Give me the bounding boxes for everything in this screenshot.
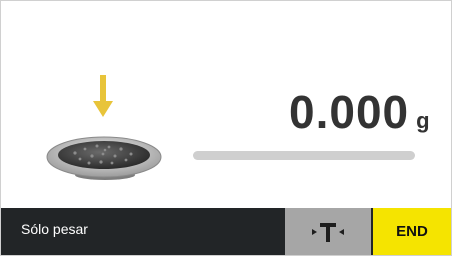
tare-icon xyxy=(312,222,344,242)
mode-label: Sólo pesar xyxy=(21,221,88,237)
weight-value: 0.000 xyxy=(289,86,410,138)
bottom-toolbar: Sólo pesar END xyxy=(1,208,451,255)
balance-screen: 0.000 g Sólo pesar END xyxy=(0,0,452,256)
stability-progress-bar xyxy=(193,151,415,160)
weight-readout: 0.000 g xyxy=(289,85,430,139)
weighing-dish-icon xyxy=(46,136,162,180)
down-arrow-icon xyxy=(93,75,113,117)
tare-button[interactable] xyxy=(285,208,371,255)
weighing-area: 0.000 g xyxy=(1,1,451,208)
weight-unit: g xyxy=(416,108,430,133)
end-button[interactable]: END xyxy=(373,208,451,255)
